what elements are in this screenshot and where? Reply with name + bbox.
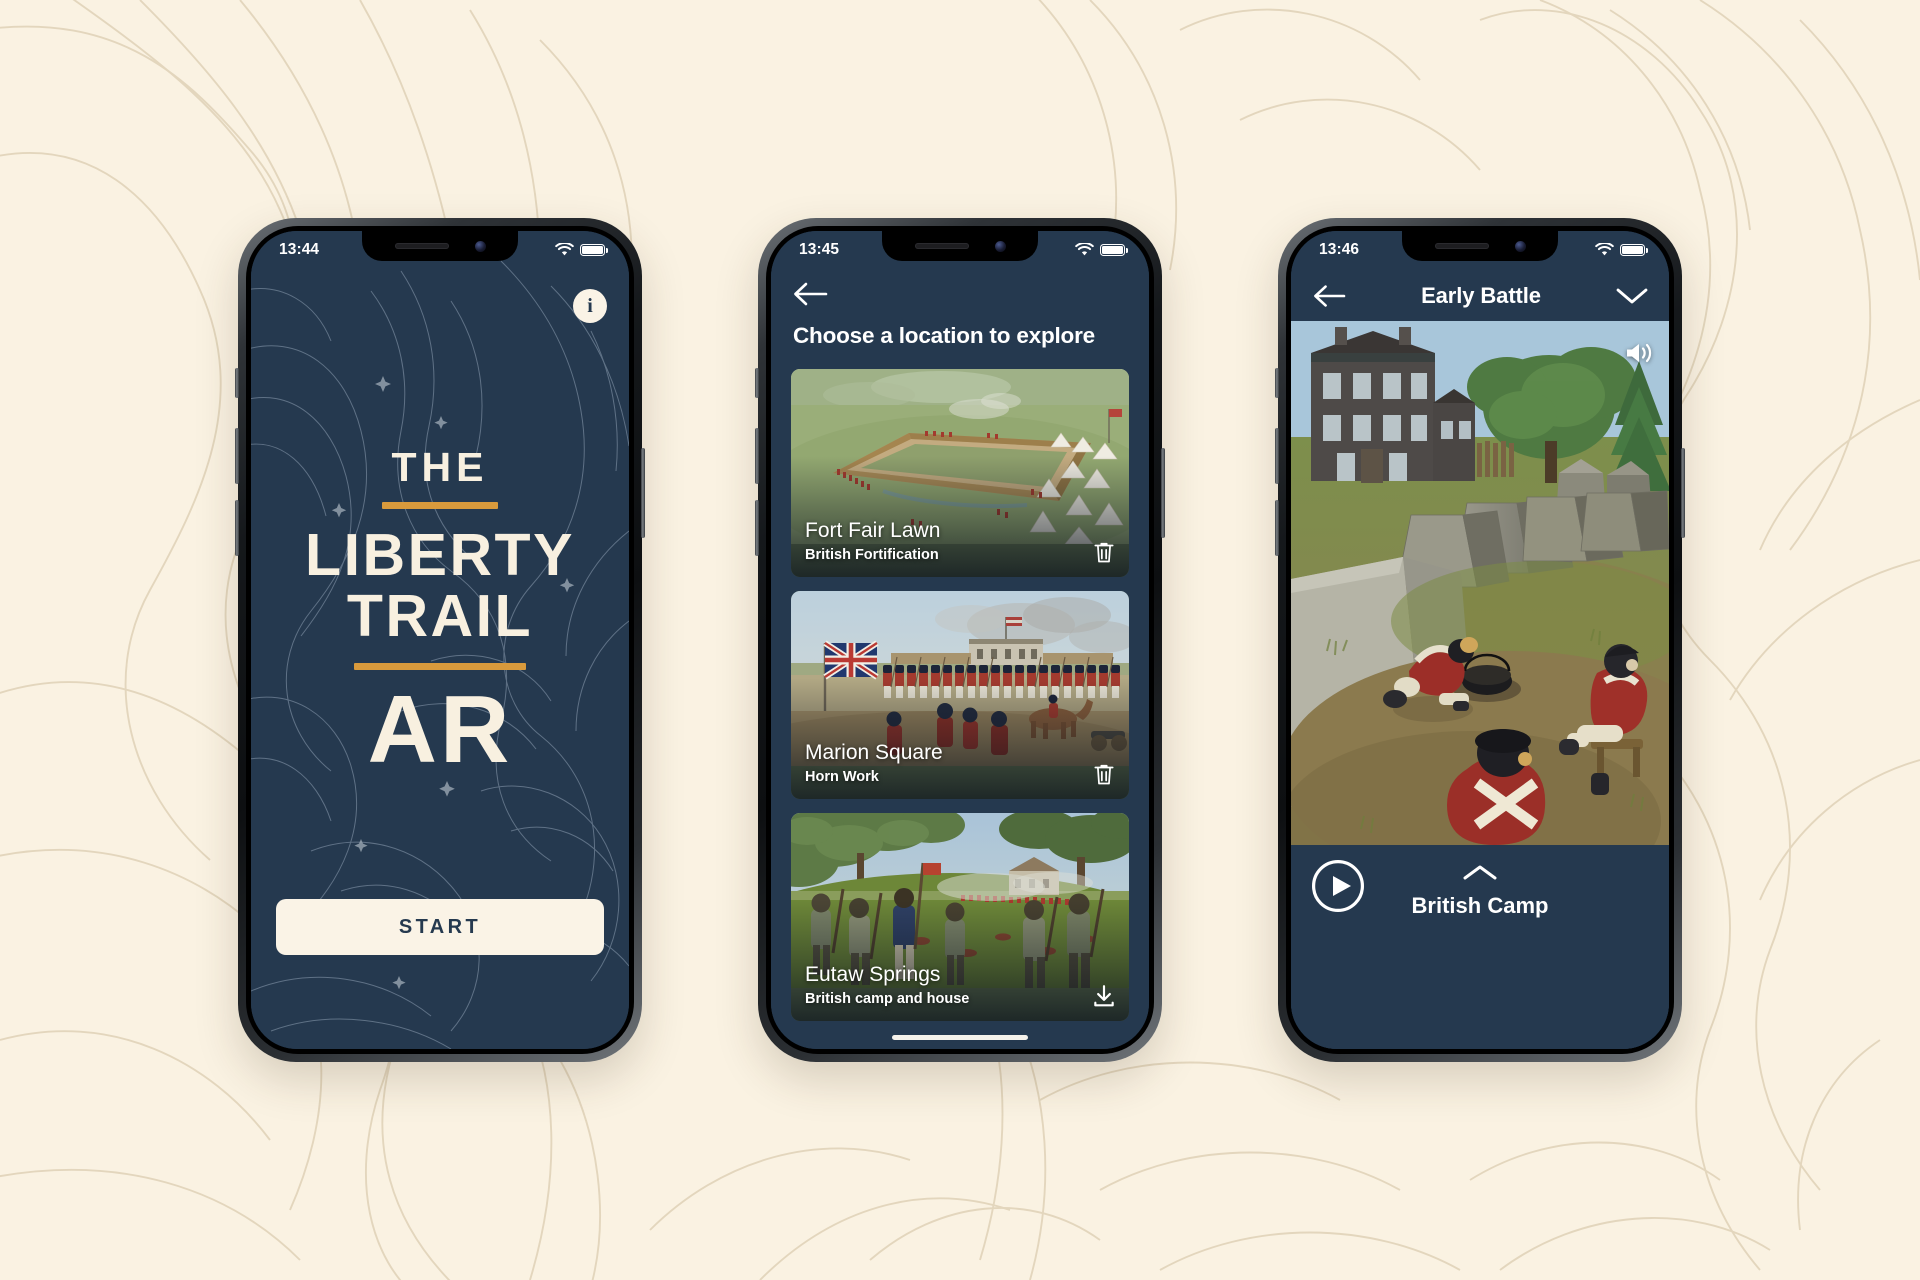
phone-mockups-row: 13:44 i THE LIBERTY TRAIL AR START 13:45… [0,0,1920,1280]
logo-line-liberty: LIBERTY [305,522,575,588]
arrow-left-icon[interactable] [1311,282,1347,310]
volume-up-button[interactable] [1275,428,1279,484]
logo-line-the: THE [391,444,489,490]
phone-location-list: 13:45 Choose a location to explore Fort … [755,218,1165,1062]
logo-line-ar: AR [367,676,513,784]
info-icon[interactable]: i [573,289,607,323]
arrow-left-icon[interactable] [791,279,829,309]
card-text-block: Marion Square Horn Work [805,741,1071,786]
home-indicator[interactable] [892,1035,1028,1040]
start-button[interactable]: START [276,899,604,955]
power-button[interactable] [1161,448,1165,538]
volume-up-button[interactable] [755,428,759,484]
silent-switch[interactable] [1275,368,1279,398]
logo-divider-top [382,502,498,509]
card-text-block: Fort Fair Lawn British Fortification [805,519,1071,564]
ar-scene-viewport[interactable] [1291,321,1669,845]
chevron-up-icon[interactable] [1461,863,1499,883]
splash-background: 13:44 i THE LIBERTY TRAIL AR START [251,231,629,1049]
trash-icon[interactable] [1091,539,1117,565]
status-time: 13:45 [799,241,840,258]
phone-splash: 13:44 i THE LIBERTY TRAIL AR START [235,218,645,1062]
status-icons [1595,243,1648,257]
wifi-icon [1075,243,1094,256]
trash-icon[interactable] [1091,761,1117,787]
location-list-screen: 13:45 Choose a location to explore Fort … [771,231,1149,1049]
volume-down-button[interactable] [755,500,759,556]
info-icon-label: i [587,294,593,317]
card-title: Fort Fair Lawn [805,519,941,543]
chevron-down-icon[interactable] [1615,285,1649,307]
location-card-list: Fort Fair Lawn British Fortification Mar… [791,369,1129,1021]
device-notch [882,231,1038,261]
volume-down-button[interactable] [1275,500,1279,556]
device-notch [1402,231,1558,261]
download-icon[interactable] [1091,983,1117,1009]
power-button[interactable] [1681,448,1685,538]
logo-divider-bottom [354,663,526,671]
ar-footer-bar: British Camp [1291,845,1669,1049]
earpiece-speaker [1434,243,1489,249]
silent-switch[interactable] [235,368,239,398]
ar-viewer-screen: 13:46 Early Battle British Camp [1291,231,1669,1049]
ar-viewer-body: 13:46 Early Battle British Camp [1291,231,1669,1049]
front-camera [474,240,486,252]
page-root: 13:44 i THE LIBERTY TRAIL AR START 13:45… [0,0,1920,1280]
ar-scene-title: Early Battle [1421,283,1541,308]
silent-switch[interactable] [755,368,759,398]
location-card[interactable]: Fort Fair Lawn British Fortification [791,369,1129,577]
card-subtitle: British camp and house [805,990,970,1007]
phone-ar-viewer: 13:46 Early Battle British Camp [1275,218,1685,1062]
page-title: Choose a location to explore [793,323,1095,348]
status-time: 13:46 [1319,241,1360,258]
app-logo: THE LIBERTY TRAIL AR [251,444,629,784]
power-button[interactable] [641,448,645,538]
location-list-body: 13:45 Choose a location to explore Fort … [771,231,1149,1049]
splash-screen: 13:44 i THE LIBERTY TRAIL AR START [251,231,629,1049]
location-card[interactable]: Eutaw Springs British camp and house [791,813,1129,1021]
earpiece-speaker [914,243,969,249]
british-camp-3d-render [1291,321,1669,845]
volume-up-button[interactable] [235,428,239,484]
device-notch [362,231,518,261]
wifi-icon [1595,243,1614,256]
battery-full-icon [1100,243,1128,257]
card-title: Eutaw Springs [805,963,941,987]
speaker-on-icon[interactable] [1623,339,1653,367]
earpiece-speaker [394,243,449,249]
card-title: Marion Square [805,741,943,765]
card-subtitle: Horn Work [805,768,879,785]
location-card[interactable]: Marion Square Horn Work [791,591,1129,799]
ar-header: Early Battle [1291,273,1669,319]
status-icons [1075,243,1128,257]
front-camera [994,240,1006,252]
battery-full-icon [1620,243,1648,257]
volume-down-button[interactable] [235,500,239,556]
logo-line-trail: TRAIL [346,582,534,649]
front-camera [1514,240,1526,252]
card-subtitle: British Fortification [805,546,939,563]
card-text-block: Eutaw Springs British camp and house [805,963,1071,1008]
ar-scene-subtitle: British Camp [1411,893,1549,918]
